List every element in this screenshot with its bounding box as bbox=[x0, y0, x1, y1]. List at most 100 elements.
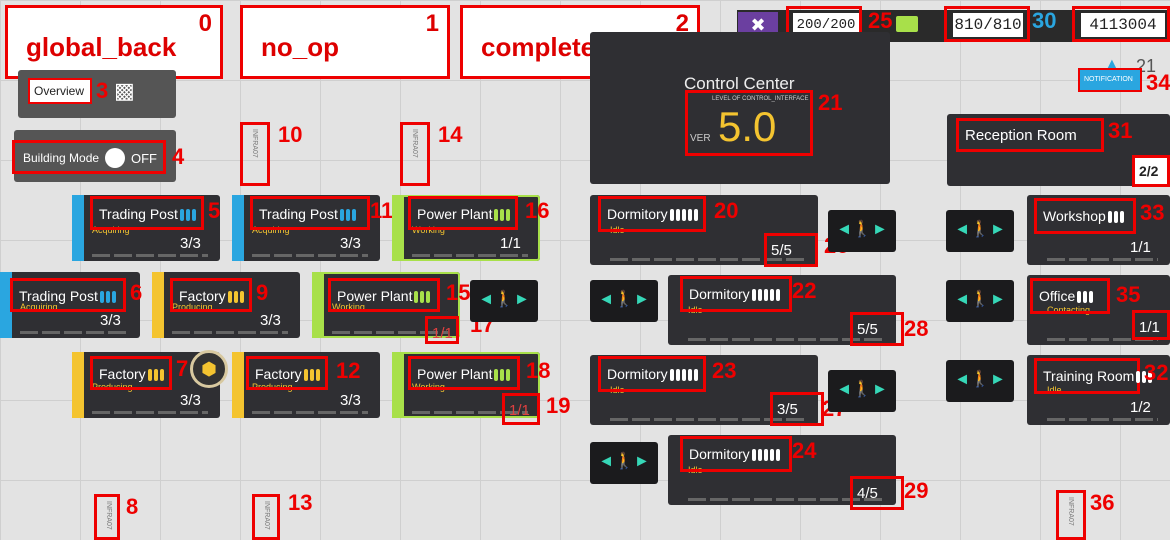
room-label-box[interactable]: Factory bbox=[170, 278, 252, 312]
room-label-box[interactable]: Factory bbox=[90, 356, 172, 390]
room-count-box[interactable]: 5/5 bbox=[850, 312, 904, 346]
corridor-8[interactable]: ◄🚶► bbox=[946, 360, 1014, 402]
room-label-box[interactable]: Training Room bbox=[1034, 358, 1153, 394]
occupancy-pill-icon bbox=[751, 449, 756, 462]
notification-label: NOTIFICATION bbox=[1084, 76, 1133, 83]
corridor-4[interactable]: ◄🚶► bbox=[828, 370, 896, 412]
room-label-box[interactable]: Trading Post bbox=[250, 196, 370, 230]
occupancy-pill-icon bbox=[693, 209, 698, 222]
occupancy-pill-icon bbox=[351, 209, 356, 222]
room-name: Trading Post bbox=[99, 206, 196, 222]
empty-slot-marker[interactable]: INFRA07 bbox=[252, 494, 280, 540]
room-count-box[interactable]: 1/1 bbox=[1132, 310, 1170, 340]
empty-slot-marker[interactable]: INFRA07 bbox=[240, 122, 270, 186]
notification-button[interactable]: NOTIFICATION bbox=[1078, 68, 1142, 92]
room-count-box[interactable]: 1/1 bbox=[502, 393, 540, 425]
no-op-button[interactable]: no_op 1 bbox=[240, 5, 450, 79]
corridor-6[interactable]: ◄🚶► bbox=[946, 210, 1014, 252]
room-index: 18 bbox=[526, 358, 551, 383]
room-label-box[interactable]: Office bbox=[1030, 278, 1110, 314]
room-index: 9 bbox=[256, 280, 269, 305]
room-count: 1/1 bbox=[500, 235, 521, 252]
room-name: Factory bbox=[99, 366, 164, 382]
room-name: Factory bbox=[179, 288, 244, 304]
corridor-5[interactable]: ◄🚶► bbox=[590, 442, 658, 484]
room-count-box[interactable]: 1/1 bbox=[425, 316, 459, 344]
room-index: 35 bbox=[1116, 282, 1141, 307]
corridor-2[interactable]: ◄🚶► bbox=[590, 280, 658, 322]
room-label-box[interactable]: Power Plant bbox=[408, 196, 518, 230]
reception-room-label[interactable]: Reception Room bbox=[956, 118, 1104, 152]
overview-button[interactable]: Overview bbox=[28, 78, 92, 104]
lmd-counter[interactable]: 810/810 bbox=[944, 6, 1030, 42]
corridor-1[interactable]: ◄🚶► bbox=[470, 280, 538, 322]
occupancy-pill-icon bbox=[315, 369, 320, 382]
overview-label: Overview bbox=[34, 84, 85, 98]
room-index: 22 bbox=[792, 278, 817, 303]
room-index: 15 bbox=[446, 280, 471, 305]
room-count: 3/3 bbox=[100, 312, 121, 329]
lmd-value: 810/810 bbox=[953, 13, 1023, 37]
orundum-counter[interactable]: 4113004 bbox=[1072, 6, 1170, 42]
room-count-box[interactable]: 4/5 bbox=[850, 476, 904, 510]
room-label-box[interactable]: Workshop bbox=[1034, 198, 1136, 234]
occupancy-pill-icon bbox=[1077, 291, 1082, 304]
room-slot-bars bbox=[20, 331, 128, 334]
room-count-box[interactable]: 5/5 bbox=[764, 233, 818, 267]
control-center-level[interactable]: LEVEL OF CONTROL_INTERFACE VER 5.0 bbox=[685, 90, 813, 156]
room-count: 1/1 bbox=[509, 402, 530, 419]
occupancy-pill-icon bbox=[99, 291, 104, 304]
room-index: 7 bbox=[176, 356, 189, 381]
room-count: 3/3 bbox=[260, 312, 281, 329]
room-index: 6 bbox=[130, 280, 143, 305]
global-back-index: 0 bbox=[198, 10, 212, 37]
occupancy-pill-icon bbox=[506, 209, 511, 222]
empty-slot-marker[interactable]: INFRA07 bbox=[94, 494, 120, 540]
room-label-box[interactable]: Power Plant bbox=[408, 356, 520, 390]
room-count-index: 19 bbox=[546, 393, 571, 418]
room-index: 23 bbox=[712, 358, 737, 383]
lmd-index: 30 bbox=[1032, 8, 1057, 33]
occupancy-pill-icon bbox=[179, 209, 184, 222]
building-mode-index: 4 bbox=[172, 144, 185, 169]
empty-slot-marker[interactable]: INFRA07 bbox=[1056, 490, 1086, 540]
room-type-stripe bbox=[232, 195, 244, 261]
global-back-button[interactable]: global_back 0 bbox=[5, 5, 223, 79]
occupancy-pill-icon bbox=[233, 291, 238, 304]
occupancy-pill-icon bbox=[506, 369, 511, 382]
occupancy-pill-icon bbox=[147, 369, 152, 382]
control-level-value: 5.0 bbox=[718, 103, 777, 150]
room-count-box[interactable]: 3/5 bbox=[770, 392, 824, 426]
occupancy-pill-icon bbox=[775, 449, 780, 462]
hex-cube-icon[interactable]: ⬢ bbox=[190, 350, 228, 388]
control-ver-label: VER bbox=[690, 133, 711, 144]
room-count: 5/5 bbox=[857, 321, 878, 338]
occupancy-pill-icon bbox=[687, 369, 692, 382]
room-index: 16 bbox=[525, 198, 550, 223]
room-label-box[interactable]: Dormitory bbox=[680, 276, 792, 312]
reception-room-count-value: 2/2 bbox=[1139, 163, 1159, 179]
room-label-box[interactable]: Factory bbox=[246, 356, 328, 390]
occupancy-pill-icon bbox=[339, 209, 344, 222]
room-type-stripe bbox=[72, 195, 84, 261]
empty-slot-marker[interactable]: INFRA07 bbox=[400, 122, 430, 186]
room-label-box[interactable]: Trading Post bbox=[10, 278, 126, 312]
room-type-stripe bbox=[152, 272, 164, 338]
occupancy-pill-icon bbox=[309, 369, 314, 382]
marker-index: 14 bbox=[438, 122, 463, 147]
room-slot-bars bbox=[92, 254, 208, 257]
room-label-box[interactable]: Power Plant bbox=[328, 278, 440, 312]
occupancy-pill-icon bbox=[1119, 211, 1124, 224]
room-name: Trading Post bbox=[19, 288, 116, 304]
corridor-3[interactable]: ◄🚶► bbox=[828, 210, 896, 252]
occupancy-pill-icon bbox=[153, 369, 158, 382]
room-label-box[interactable]: Dormitory bbox=[598, 196, 706, 232]
room-label-box[interactable]: Dormitory bbox=[680, 436, 792, 472]
room-label-box[interactable]: Trading Post bbox=[90, 196, 204, 230]
reception-room-count[interactable]: 2/2 bbox=[1132, 155, 1170, 187]
room-type-stripe bbox=[312, 272, 324, 338]
room-label-box[interactable]: Dormitory bbox=[598, 356, 706, 392]
room-index: 11 bbox=[370, 198, 394, 223]
corridor-7[interactable]: ◄🚶► bbox=[946, 280, 1014, 322]
building-mode-toggle[interactable]: Building Mode OFF bbox=[12, 140, 166, 174]
